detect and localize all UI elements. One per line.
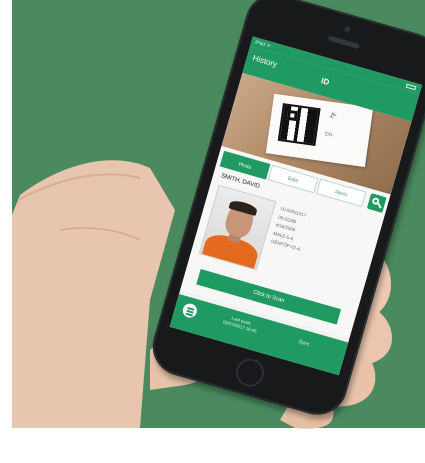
- tag-code-text: YE: [328, 110, 339, 121]
- menu-button[interactable]: [178, 299, 201, 322]
- phone-screen: iPad ᯤ History ID YE DG Photo Data Alert…: [169, 36, 423, 376]
- qr-code-icon: [277, 103, 321, 146]
- search-icon-handle: [377, 203, 382, 209]
- app-title: ID: [320, 76, 331, 88]
- sync-button[interactable]: Sync: [298, 339, 310, 348]
- last-scan-info: Last scan: 02/07/2017 16:45: [222, 314, 259, 335]
- mugshot-photo: [198, 184, 277, 271]
- battery-icon: [405, 83, 417, 91]
- person-details: 10-0000101? 06-01186 4/16/2006 MALE-5-A …: [270, 205, 311, 254]
- menu-icon-bar: [185, 312, 193, 317]
- phone-body: iPad ᯤ History ID YE DG Photo Data Alert…: [145, 0, 425, 422]
- search-button[interactable]: [366, 193, 387, 213]
- tag-small-text: DG: [324, 131, 333, 139]
- front-camera: [343, 25, 352, 33]
- home-button[interactable]: [232, 355, 268, 390]
- speaker-grille: [327, 35, 360, 49]
- history-button[interactable]: History: [252, 53, 278, 69]
